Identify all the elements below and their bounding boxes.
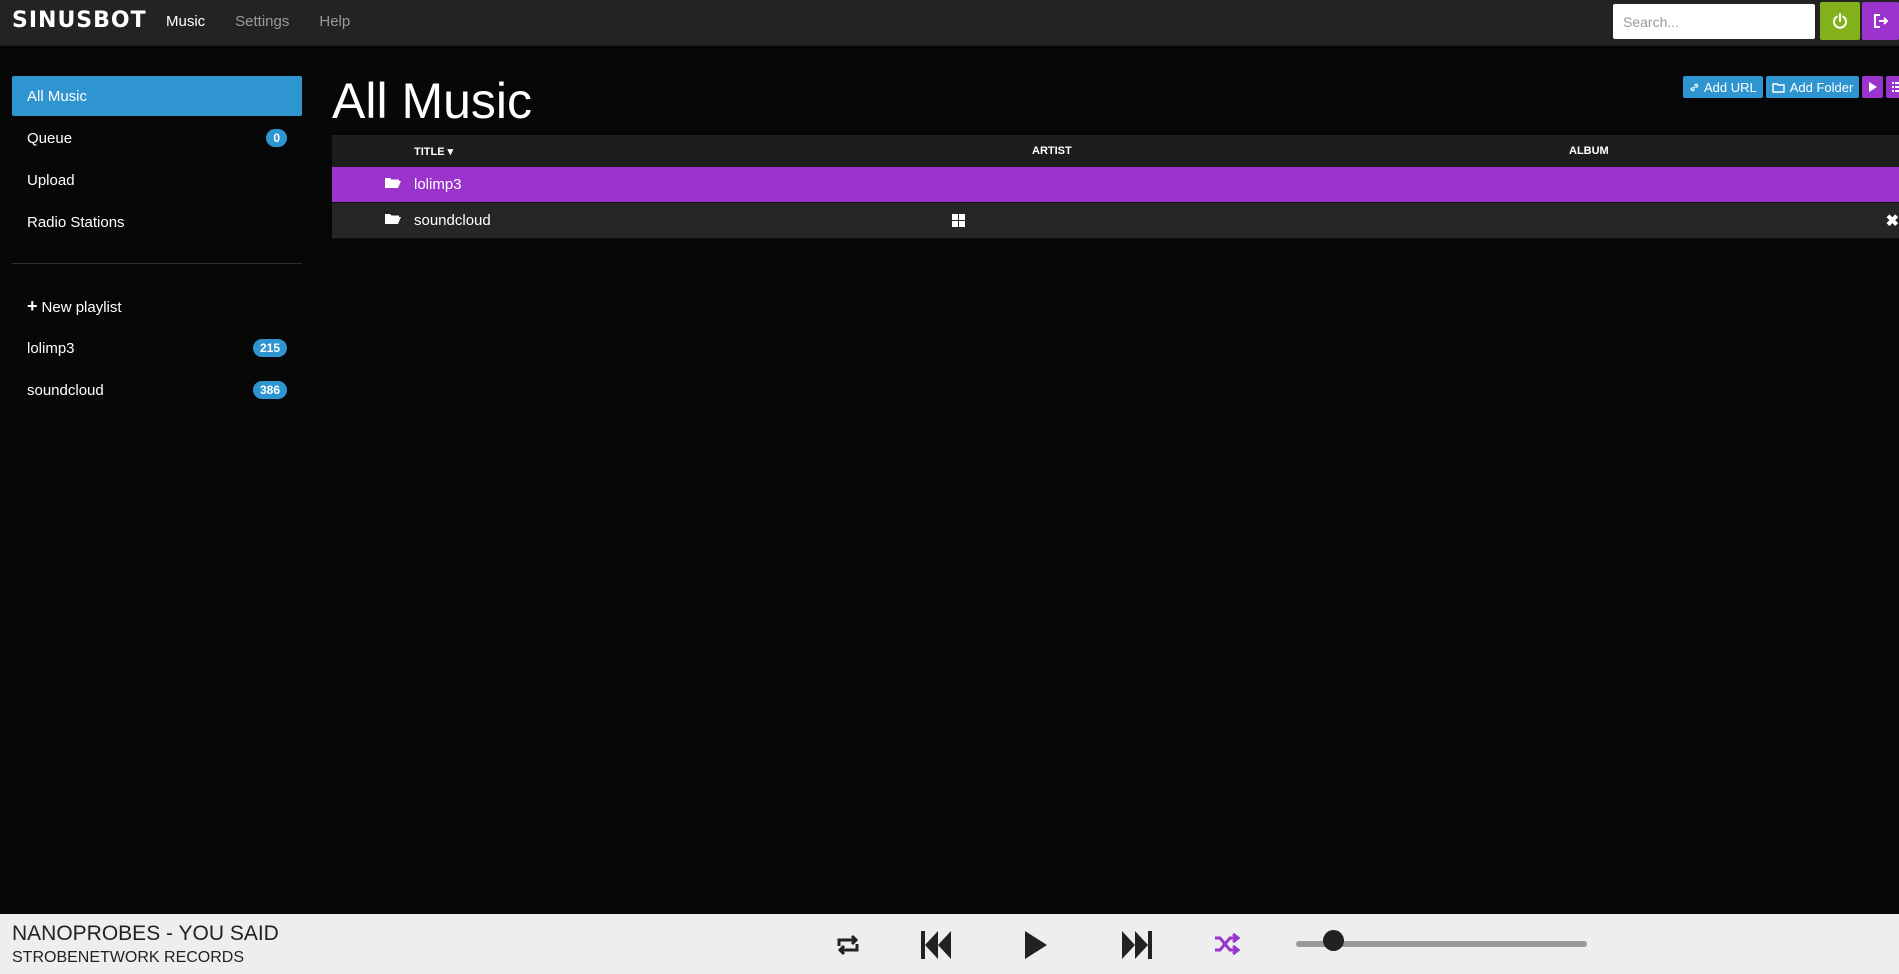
add-folder-label: Add Folder [1789,79,1854,95]
sort-caret-icon: ▾ [447,145,454,158]
delete-icon[interactable]: ✖ [1886,211,1899,231]
now-playing-title: NANOPROBES - YOU SAID [12,922,279,945]
player-bar: NANOPROBES - YOU SAID STROBENETWORK RECO… [0,914,1899,974]
column-title[interactable]: TITLE ▾ [414,145,453,158]
list-view-button[interactable] [1886,76,1899,98]
new-playlist-button[interactable]: + New playlist [12,286,302,326]
folder-open-icon [385,214,401,224]
sidebar-item-all-music[interactable]: All Music [12,76,302,116]
add-url-label: Add URL [1704,79,1757,95]
main-nav: Music Settings Help [166,13,350,30]
shuffle-icon[interactable] [1214,933,1240,955]
page-title: All Music [332,73,533,129]
top-navbar: SINUSBOT Music Settings Help [0,0,1899,46]
new-playlist-label: New playlist [41,298,122,316]
add-folder-button[interactable]: Add Folder [1765,76,1860,98]
power-button[interactable] [1820,2,1860,40]
logout-icon [1873,14,1888,28]
nav-help[interactable]: Help [319,13,350,30]
play-all-button[interactable] [1862,76,1884,98]
sidebar-item-playlist-lolimp3[interactable]: lolimp3 215 [12,328,302,368]
search-input[interactable] [1613,4,1815,39]
power-icon [1833,13,1847,29]
grid-icon[interactable] [952,214,965,227]
brand-logo[interactable]: SINUSBOT [12,8,147,33]
nav-settings[interactable]: Settings [235,13,289,30]
table-header: TITLE ▾ ARTIST ALBUM [332,135,1899,167]
play-icon[interactable] [1025,931,1047,959]
queue-count-badge: 0 [266,129,287,147]
repeat-icon[interactable] [835,934,861,956]
sidebar-item-label: All Music [27,87,88,105]
volume-slider-handle[interactable] [1323,930,1345,951]
playlist-label: soundcloud [27,381,104,399]
toolbar: Add URL Add Folder [1683,76,1899,98]
sidebar-divider [12,263,302,264]
link-icon [1690,83,1699,91]
sidebar-item-radio-stations[interactable]: Radio Stations [12,202,302,242]
table-row[interactable]: soundcloud ✖ [332,203,1899,239]
folder-icon [1772,82,1785,93]
plus-icon: + [27,295,38,316]
row-title: soundcloud [414,212,491,229]
sidebar-item-label: Upload [27,171,75,189]
play-icon [1869,82,1878,92]
list-icon [1892,82,1899,92]
folder-open-icon [385,178,401,188]
now-playing-subtitle: STROBENETWORK RECORDS [12,949,245,966]
sidebar-item-upload[interactable]: Upload [12,160,302,200]
nav-music[interactable]: Music [166,13,205,30]
sidebar-item-label: Queue [27,129,73,147]
previous-icon[interactable] [921,931,951,959]
column-album[interactable]: ALBUM [1569,145,1609,157]
logout-button[interactable] [1862,2,1899,40]
column-artist[interactable]: ARTIST [1032,145,1072,157]
music-table: TITLE ▾ ARTIST ALBUM lolimp3 soundcloud … [332,135,1899,239]
add-url-button[interactable]: Add URL [1683,76,1763,98]
sidebar: All Music Queue 0 Upload Radio Stations … [12,76,302,412]
playlist-count-badge: 215 [252,339,287,357]
table-row[interactable]: lolimp3 [332,167,1899,203]
playlist-count-badge: 386 [252,381,287,399]
sidebar-item-queue[interactable]: Queue 0 [12,118,302,158]
sidebar-item-label: Radio Stations [27,213,125,231]
next-icon[interactable] [1122,931,1152,959]
sidebar-item-playlist-soundcloud[interactable]: soundcloud 386 [12,370,302,410]
playlist-label: lolimp3 [27,339,75,357]
row-title: lolimp3 [414,176,462,193]
